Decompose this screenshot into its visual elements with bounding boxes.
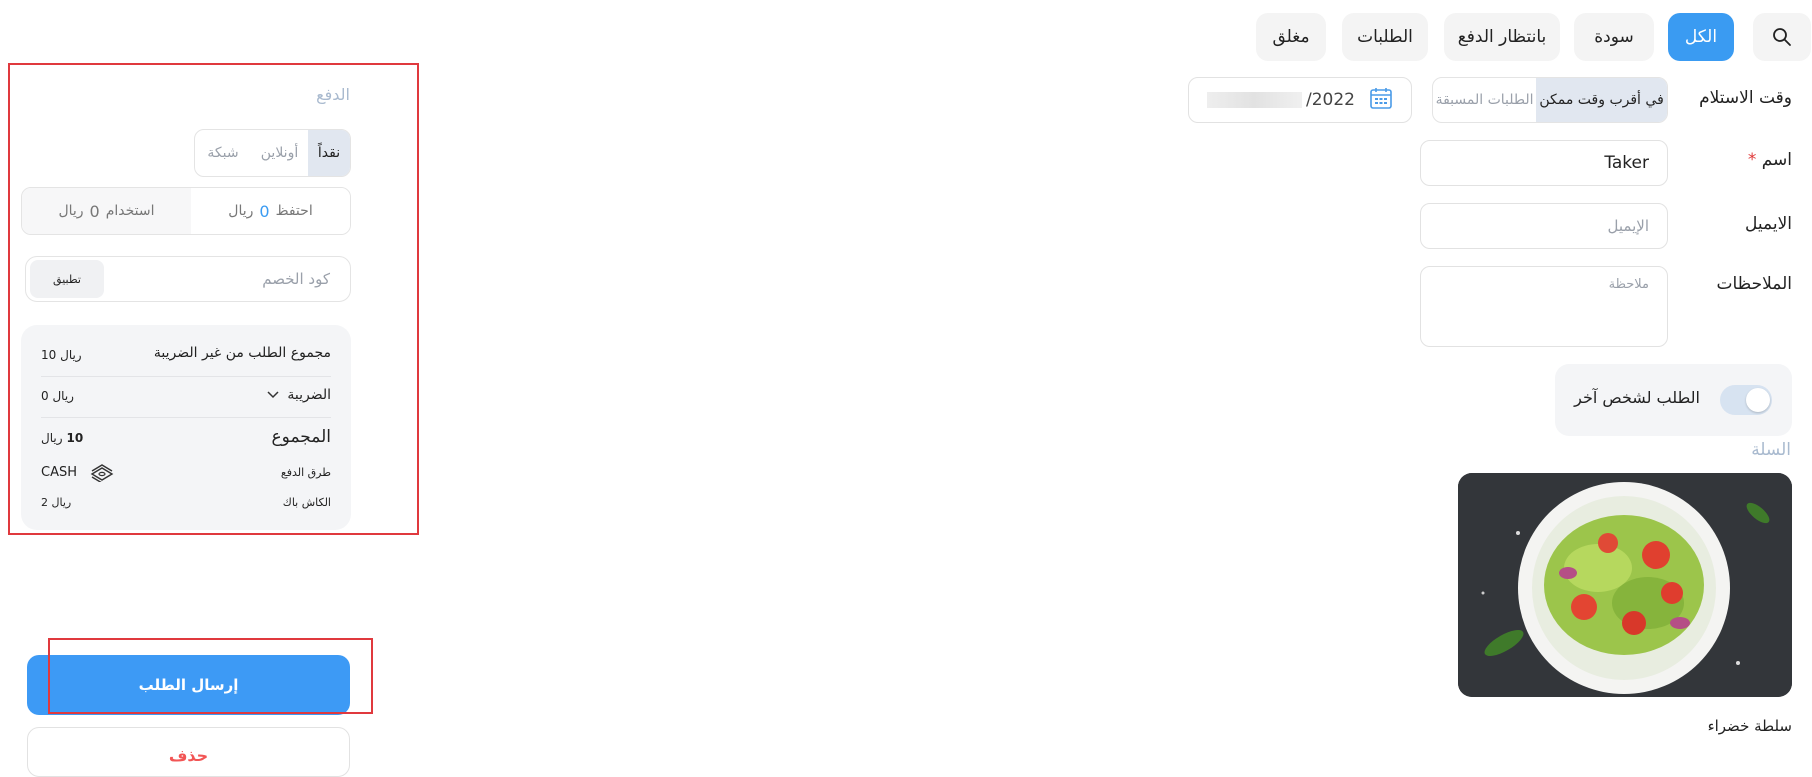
dish-image xyxy=(1458,473,1792,697)
name-input-value: Taker xyxy=(1604,153,1649,173)
tax-value: 0 ريال xyxy=(41,389,74,403)
required-mark: * xyxy=(1747,150,1757,170)
tab-draft[interactable]: سودة xyxy=(1574,13,1654,61)
name-label: اسم * xyxy=(1748,150,1792,170)
total-label: المجموع xyxy=(271,427,331,447)
notes-label: الملاحظات xyxy=(1716,274,1792,294)
subtotal-value: 10 ريال xyxy=(41,348,82,362)
search-button[interactable] xyxy=(1753,13,1811,61)
total-currency: ريال xyxy=(41,431,63,445)
cashback-value: 2 ريال xyxy=(41,496,72,509)
email-label: الايميل xyxy=(1745,214,1792,234)
calendar-icon xyxy=(1369,86,1393,115)
payment-method-label: طرق الدفع xyxy=(280,466,331,479)
points-use[interactable]: استخدام 0 ريال xyxy=(22,188,191,234)
notes-textarea[interactable]: ملاحظة xyxy=(1420,266,1668,347)
pickup-time-label: وقت الاستلام xyxy=(1699,88,1792,108)
basket-title: السلة xyxy=(1751,440,1791,460)
search-icon xyxy=(1773,28,1791,46)
cash-stack-icon xyxy=(90,464,114,482)
tax-label: الضريبة xyxy=(287,387,331,403)
email-input[interactable]: الإيميل xyxy=(1420,203,1668,249)
payment-method-selector: نقداً أونلاين شبكة xyxy=(194,129,351,177)
tax-row[interactable]: الضريبة xyxy=(267,387,331,403)
points-keep-value: 0 xyxy=(259,201,270,221)
order-for-other-label: الطلب لشخص آخر xyxy=(1574,388,1700,407)
payment-method-value: CASH xyxy=(41,462,115,482)
pickup-date-field[interactable]: 2022/ xyxy=(1188,77,1412,123)
pickup-time-selector: في أقرب وقت ممكن الطلبات المسبقة xyxy=(1432,77,1668,123)
tab-orders[interactable]: الطلبات xyxy=(1342,13,1428,61)
points-keep[interactable]: احتفظ 0 ريال xyxy=(190,188,350,234)
payment-method-text: CASH xyxy=(41,464,77,480)
points-use-value: 0 xyxy=(89,201,100,221)
subtotal-label: مجموع الطلب من غير الضريبة xyxy=(153,345,331,361)
coupon-field: كود الخصم تطبيق xyxy=(25,256,351,302)
tab-closed[interactable]: مغلق xyxy=(1256,13,1326,61)
points-box: احتفظ 0 ريال استخدام 0 ريال xyxy=(21,187,351,235)
payment-method-network[interactable]: شبكة xyxy=(195,130,251,176)
pickup-date-value: 2022/ xyxy=(1306,90,1355,110)
points-use-currency: ريال xyxy=(58,203,84,219)
chevron-down-icon xyxy=(267,391,279,399)
basket-item-name: سلطة خضراء xyxy=(1707,717,1792,735)
toggle-knob xyxy=(1746,388,1770,412)
name-input[interactable]: Taker xyxy=(1420,140,1668,186)
divider xyxy=(41,417,331,418)
payment-method-cash[interactable]: نقداً xyxy=(308,130,350,176)
tab-awaiting-payment[interactable]: بانتظار الدفع xyxy=(1444,13,1560,61)
payment-title: الدفع xyxy=(316,85,350,104)
points-keep-label: احتفظ xyxy=(275,203,313,219)
pickup-asap-option[interactable]: في أقرب وقت ممكن xyxy=(1536,78,1667,122)
divider xyxy=(41,376,331,377)
cashback-label: الكاش باك xyxy=(282,496,331,509)
delete-button[interactable]: حذف xyxy=(27,727,350,777)
notes-placeholder: ملاحظة xyxy=(1608,277,1649,292)
name-label-text: اسم xyxy=(1761,150,1792,170)
payment-method-online[interactable]: أونلاين xyxy=(251,130,308,176)
redacted-date xyxy=(1207,92,1302,108)
total-value: ريال 10 xyxy=(41,431,83,445)
points-keep-currency: ريال xyxy=(228,203,254,219)
email-placeholder: الإيميل xyxy=(1607,217,1649,235)
tab-all[interactable]: الكل xyxy=(1668,13,1734,61)
submit-highlight-frame xyxy=(48,638,373,714)
apply-coupon-button[interactable]: تطبيق xyxy=(30,260,104,298)
coupon-input[interactable]: كود الخصم xyxy=(262,270,330,288)
pickup-scheduled-option[interactable]: الطلبات المسبقة xyxy=(1433,78,1536,122)
points-use-label: استخدام xyxy=(105,203,155,219)
total-amount: 10 xyxy=(66,431,84,445)
